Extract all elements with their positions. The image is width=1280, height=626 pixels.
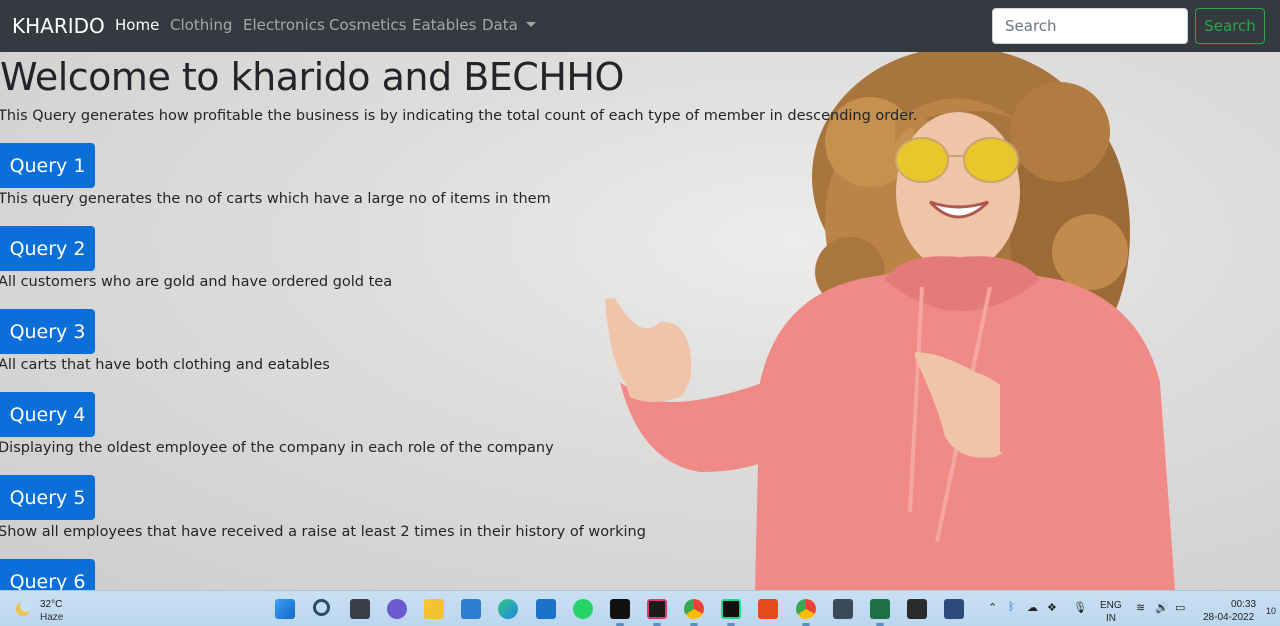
edge-icon[interactable]	[498, 599, 518, 619]
navbar: KHARIDO Home Clothing Electronics Cosmet…	[0, 0, 1280, 52]
hero-section	[0, 52, 1280, 590]
hero-woman-image	[605, 52, 1175, 590]
query-4-description: All carts that have both clothing and ea…	[0, 357, 330, 373]
battery-icon[interactable]: ▭	[1175, 601, 1185, 614]
snipping-tool-icon[interactable]	[944, 599, 964, 619]
page-title: Welcome to kharido and BECHHO	[0, 55, 624, 99]
query-4-button[interactable]: Query 4	[0, 392, 95, 437]
weather-condition[interactable]: Haze	[40, 612, 63, 623]
search-button[interactable]: Search	[1195, 8, 1265, 44]
region-indicator[interactable]: IN	[1106, 613, 1116, 624]
language-indicator[interactable]: ENG	[1100, 600, 1122, 611]
query-1-button[interactable]: Query 1	[0, 143, 95, 188]
terminal-icon[interactable]	[907, 599, 927, 619]
notification-count[interactable]: 10	[1266, 606, 1276, 616]
query-3-description: All customers who are gold and have orde…	[0, 274, 393, 290]
dropbox-icon[interactable]: ❖	[1047, 601, 1057, 614]
nav-link-eatables[interactable]: Eatables	[412, 16, 476, 34]
nav-link-cosmetics[interactable]: Cosmetics	[329, 16, 406, 34]
nav-dropdown-data[interactable]: Data	[482, 16, 536, 34]
onedrive-icon[interactable]: ☁	[1027, 601, 1038, 614]
excel-icon[interactable]	[870, 599, 890, 619]
nav-dropdown-label: Data	[482, 16, 518, 34]
search-input[interactable]	[992, 8, 1188, 44]
intellij-icon[interactable]	[647, 599, 667, 619]
task-view-icon[interactable]	[350, 599, 370, 619]
clock-date[interactable]: 28-04-2022	[1203, 612, 1254, 623]
wifi-icon[interactable]: ≋	[1136, 601, 1145, 614]
clion-icon[interactable]	[721, 599, 741, 619]
query-5-button[interactable]: Query 5	[0, 475, 95, 520]
windows-taskbar: 32°C Haze ⌃ ᛒ ☁ ❖ 🎙 ENG IN ≋ 🔊 ▭ 00:33 2…	[0, 590, 1280, 626]
office-icon[interactable]	[758, 599, 778, 619]
notes-icon[interactable]	[833, 599, 853, 619]
notepad-icon[interactable]	[461, 599, 481, 619]
microphone-icon[interactable]: 🎙	[1073, 601, 1087, 614]
query-2-description: This query generates the no of carts whi…	[0, 191, 551, 207]
pycharm-icon[interactable]	[610, 599, 630, 619]
weather-moon-icon[interactable]	[14, 600, 32, 618]
query-6-description: Show all employees that have received a …	[0, 524, 646, 540]
nav-link-clothing[interactable]: Clothing	[170, 16, 232, 34]
volume-icon[interactable]: 🔊	[1155, 601, 1169, 614]
teams-chat-icon[interactable]	[387, 599, 407, 619]
file-explorer-icon[interactable]	[424, 599, 444, 619]
chevron-up-icon[interactable]: ⌃	[988, 601, 997, 614]
bluetooth-icon[interactable]: ᛒ	[1008, 601, 1015, 613]
query-2-button[interactable]: Query 2	[0, 226, 95, 271]
chrome-icon[interactable]	[684, 599, 704, 619]
search-icon[interactable]	[313, 599, 330, 616]
weather-temperature[interactable]: 32°C	[40, 599, 62, 610]
query-3-button[interactable]: Query 3	[0, 309, 95, 354]
start-icon[interactable]	[275, 599, 295, 619]
mail-icon[interactable]	[536, 599, 556, 619]
caret-down-icon	[525, 22, 536, 27]
brand-logo[interactable]: KHARIDO	[12, 14, 105, 38]
query-5-description: Displaying the oldest employee of the co…	[0, 440, 554, 456]
nav-link-home[interactable]: Home	[115, 16, 159, 34]
whatsapp-icon[interactable]	[573, 599, 593, 619]
clock-time[interactable]: 00:33	[1231, 599, 1256, 610]
nav-link-electronics[interactable]: Electronics	[243, 16, 325, 34]
query-1-description: This Query generates how profitable the …	[0, 108, 918, 124]
chrome-icon[interactable]	[796, 599, 816, 619]
